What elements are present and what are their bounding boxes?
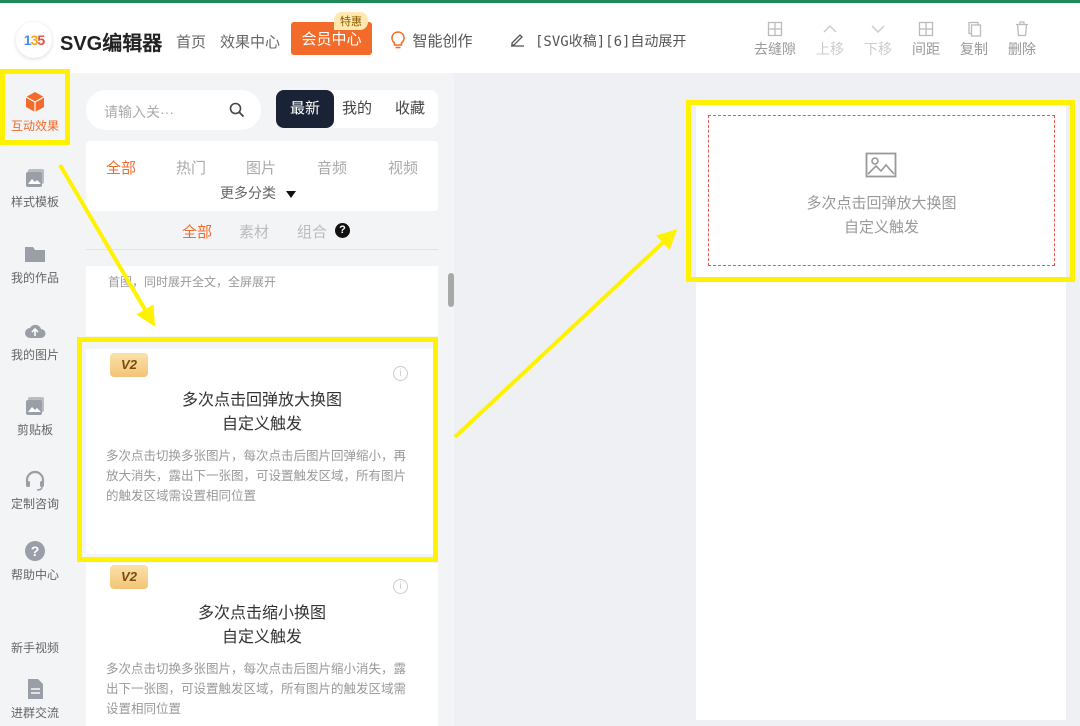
effect-card[interactable]: V2 i 多次点击缩小换图 自定义触发 多次点击切换多张图片，每次点击后图片缩小… [86,563,438,726]
folder-icon [25,247,45,262]
app-header: 135 SVG编辑器 首页 效果中心 会员中心 特惠 智能创作 [SVG收稿][… [0,3,1080,73]
tool-label: 下移 [864,41,892,57]
document-icon [28,679,43,699]
category-filter: 全部 热门 图片 音频 视频 更多分类 [86,141,438,211]
sidebar-item-help-center[interactable]: ? 帮助中心 [0,540,70,583]
chevron-up-icon [823,24,837,33]
ai-create-button[interactable]: 智能创作 [390,30,472,51]
effect-card-partial[interactable]: 首图，同时展开全文，全屏展开 [86,266,438,336]
highlight-effect-card [77,337,438,562]
draft-title[interactable]: [SVG收稿][6]自动展开 [535,31,686,51]
tool-move-up[interactable]: 上移 [806,21,854,59]
sidebar-item-join-group[interactable]: 进群交流 [0,678,70,721]
card-desc-partial: 首图，同时展开全文，全屏展开 [108,275,277,289]
nav-effects-center[interactable]: 效果中心 [220,31,280,52]
info-icon[interactable]: i [393,579,408,594]
highlight-canvas-element [686,100,1075,282]
sidebar-item-label: 我的作品 [10,271,59,285]
category-all[interactable]: 全部 [106,157,136,178]
spacing-icon [918,21,934,37]
help-icon[interactable]: ? [335,223,350,238]
sidebar-item-label: 定制咨询 [10,497,59,511]
tool-label: 复制 [960,41,988,57]
card-subtitle: 自定义触发 [221,629,302,646]
grid-icon [767,21,783,37]
category-image[interactable]: 图片 [246,157,276,178]
category-audio[interactable]: 音频 [317,157,347,178]
sidebar-item-clipboard[interactable]: 剪贴板 [0,395,70,438]
version-badge: V2 [110,565,148,589]
sidebar-item-my-images[interactable]: 我的图片 [0,320,70,363]
brand-title: SVG编辑器 [60,33,163,55]
tab-latest[interactable]: 最新 [276,90,334,128]
left-sidebar: 互动效果 样式模板 我的作品 我的图片 剪贴板 定制咨询 ? 帮助中心 新手视频… [0,73,70,726]
category-video[interactable]: 视频 [388,157,418,178]
cloud-upload-icon [25,324,46,338]
app-logo[interactable]: 135 [16,22,52,58]
sidebar-item-my-works[interactable]: 我的作品 [0,243,70,286]
tool-remove-gap[interactable]: 去缝隙 [751,21,799,59]
tool-label: 上移 [816,41,844,57]
tool-label: 去缝隙 [754,41,796,57]
sidebar-item-label: 进群交流 [10,706,59,720]
ai-create-label: 智能创作 [412,33,473,50]
vip-promo-badge: 特惠 [334,12,368,30]
more-categories-label: 更多分类 [220,185,276,201]
sidebar-item-label: 新手视频 [10,641,59,655]
headset-icon [25,470,45,491]
tool-label: 删除 [1008,41,1036,57]
svg-text:?: ? [31,543,40,559]
sidebar-item-tutorial-video[interactable]: 新手视频 [0,639,70,656]
trash-icon [1016,21,1028,37]
sidebar-item-label: 样式模板 [10,195,59,209]
sidebar-item-label: 剪贴板 [16,423,53,437]
copy-icon [968,21,982,37]
tool-copy[interactable]: 复制 [950,21,998,59]
tab-mine[interactable]: 我的 [334,90,380,128]
pencil-icon[interactable] [510,32,525,47]
card-description: 多次点击切换多张图片，每次点击后图片缩小消失，露出下一张图，可设置触发区域，所有… [106,662,407,716]
nav-home[interactable]: 首页 [176,31,206,52]
sidebar-item-label: 帮助中心 [10,568,59,582]
subtab-all[interactable]: 全部 [182,221,212,242]
sidebar-item-custom-consult[interactable]: 定制咨询 [0,469,70,512]
search-box[interactable]: 请输入关··· [86,90,261,130]
search-input[interactable]: 请输入关··· [104,102,174,122]
image-icon [26,169,44,187]
tab-favorites[interactable]: 收藏 [384,90,436,128]
lightbulb-icon [391,31,405,49]
card-title: 多次点击缩小换图 [197,605,326,622]
category-hot[interactable]: 热门 [176,157,206,178]
more-categories-button[interactable]: 更多分类 [220,183,297,203]
tool-delete[interactable]: 删除 [998,21,1046,59]
tool-spacing[interactable]: 间距 [902,21,950,59]
tool-move-down[interactable]: 下移 [854,21,902,59]
chevron-down-icon [871,25,885,34]
subtab-combo[interactable]: 组合 [297,221,327,242]
help-icon: ? [25,541,45,561]
sidebar-item-style-templates[interactable]: 样式模板 [0,167,70,210]
subtab-divider [86,249,438,250]
clipboard-icon [26,397,44,415]
sort-tabs: 最新 我的 收藏 [276,90,438,128]
caret-down-icon [285,191,296,198]
sidebar-item-label: 我的图片 [10,348,59,362]
highlight-sidebar-item [0,69,70,145]
subtab-material[interactable]: 素材 [239,221,269,242]
tool-label: 间距 [912,41,940,57]
search-icon[interactable] [229,102,245,118]
